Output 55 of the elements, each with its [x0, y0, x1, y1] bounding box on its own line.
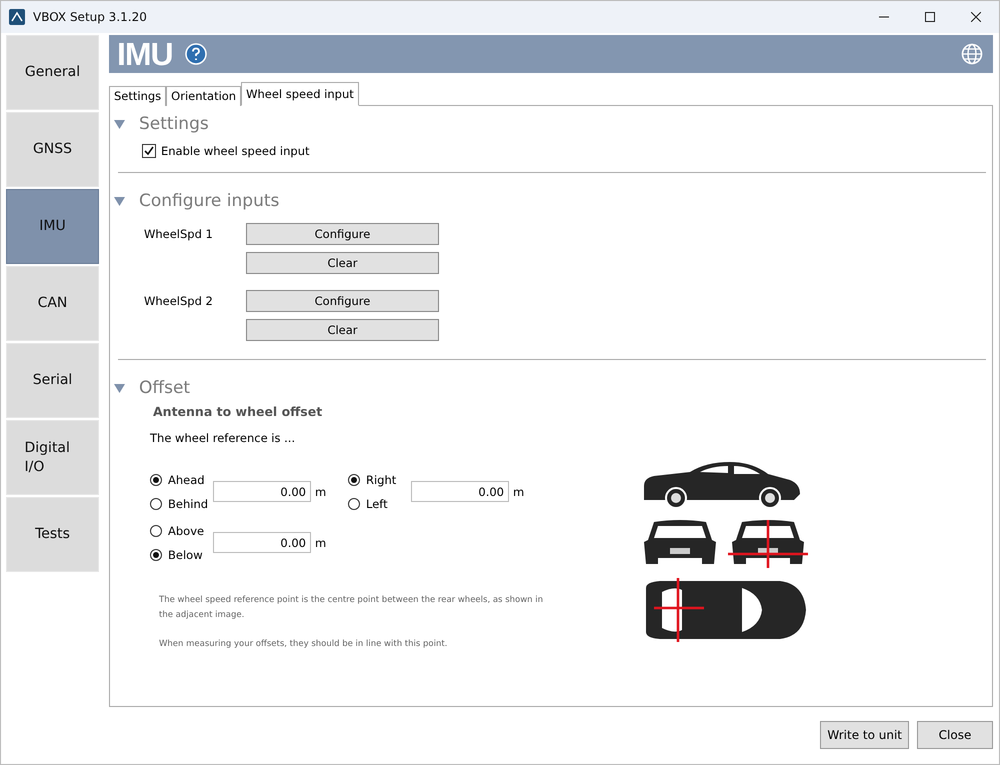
section-title: Offset — [139, 378, 190, 398]
close-icon — [971, 12, 981, 22]
configure-button[interactable]: Configure — [246, 223, 439, 245]
intro-text: The wheel reference is ... — [150, 431, 296, 445]
unit-label: m — [315, 484, 326, 498]
sidebar-item[interactable]: General — [6, 35, 99, 110]
help-text: When measuring your offsets, they should be in line with this point. — [159, 638, 448, 651]
input-label: WheelSpd 1 — [144, 227, 214, 241]
sidebar-item[interactable]: Digital I/O — [6, 420, 99, 495]
write-to-unit-button[interactable]: Write to unit — [820, 721, 909, 749]
unit-label: m — [513, 484, 524, 498]
page-title: IMU — [117, 36, 173, 72]
sidebar-item[interactable]: IMU — [6, 189, 99, 264]
help-text: The wheel speed reference point is the centre point between the rear wheels, as shown in the adjacent image. — [159, 594, 544, 622]
radio-button[interactable] — [150, 498, 162, 510]
radio-label: Left — [366, 496, 388, 510]
checkbox-label: Enable wheel speed input — [161, 144, 310, 158]
collapse-icon[interactable] — [114, 196, 125, 206]
input-label: WheelSpd 2 — [144, 294, 214, 308]
clear-button[interactable]: Clear — [246, 319, 439, 341]
radio-label: Below — [168, 548, 203, 562]
radio-button[interactable] — [348, 498, 360, 510]
offset-field[interactable]: 0.00 — [213, 481, 311, 502]
sidebar-item[interactable]: CAN — [6, 266, 99, 341]
unit-label: m — [315, 536, 326, 550]
subsection-title: Antenna to wheel offset — [153, 404, 324, 419]
globe-icon[interactable] — [961, 43, 983, 65]
checkbox[interactable] — [142, 144, 156, 158]
radio-label: Above — [168, 524, 204, 538]
radio-button[interactable] — [348, 474, 360, 486]
clear-button[interactable]: Clear — [246, 252, 439, 274]
app-logo-icon — [9, 9, 25, 25]
window-title: VBOX Setup 3.1.20 — [33, 10, 148, 24]
section-title: Settings — [139, 114, 209, 134]
radio-label: Right — [366, 472, 396, 486]
maximize-icon — [925, 12, 935, 22]
close-dialog-button[interactable]: Close — [917, 721, 993, 749]
radio-button[interactable] — [150, 524, 162, 536]
collapse-icon[interactable] — [114, 384, 125, 392]
sidebar-item[interactable]: GNSS — [6, 112, 99, 187]
radio-label: Ahead — [168, 472, 205, 486]
radio-button[interactable] — [150, 474, 162, 486]
tab[interactable]: Orientation — [166, 86, 242, 106]
radio-button[interactable] — [150, 548, 162, 560]
tab[interactable]: Settings — [109, 86, 166, 106]
tab[interactable]: Wheel speed input — [241, 82, 359, 106]
collapse-icon[interactable] — [114, 120, 125, 128]
help-icon[interactable] — [184, 43, 207, 65]
configure-button[interactable]: Configure — [246, 290, 439, 312]
radio-label: Behind — [168, 496, 208, 510]
section-title: Configure inputs — [139, 191, 280, 211]
sidebar-item[interactable]: Tests — [6, 497, 99, 572]
sidebar-item[interactable]: Serial — [6, 343, 99, 418]
offset-field[interactable]: 0.00 — [213, 532, 311, 553]
offset-field[interactable]: 0.00 — [411, 481, 509, 502]
